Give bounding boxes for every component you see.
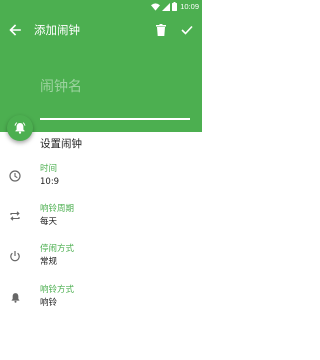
input-underline — [40, 118, 190, 120]
setting-repeat[interactable]: 响铃周期 每天 — [0, 203, 202, 239]
app-bar: 添加闹钟 — [0, 13, 202, 132]
setting-time-icon-wrap — [8, 169, 22, 183]
back-button[interactable] — [6, 21, 24, 39]
setting-stop-mode-value: 常规 — [40, 257, 58, 267]
setting-repeat-value: 每天 — [40, 217, 58, 227]
check-icon — [181, 25, 193, 35]
confirm-button[interactable] — [178, 21, 196, 39]
setting-stop-mode-icon-wrap — [8, 249, 22, 263]
setting-time-value: 10:9 — [40, 177, 60, 187]
alarm-name-input[interactable] — [40, 47, 190, 121]
clock-icon — [9, 170, 21, 182]
alarm-bell-icon — [14, 122, 26, 134]
signal-icon — [162, 2, 171, 11]
setting-ring-mode-icon-wrap — [8, 290, 22, 304]
battery-icon — [172, 2, 178, 11]
setting-ring-mode-label: 响铃方式 — [40, 285, 75, 295]
setting-repeat-label: 响铃周期 — [40, 204, 75, 214]
status-icons: 10:09 — [151, 2, 199, 11]
wifi-icon — [151, 2, 161, 11]
power-icon — [10, 251, 20, 262]
setting-ring-mode-value: 响铃 — [40, 298, 58, 308]
status-bar: 10:09 — [0, 0, 202, 13]
alarm-fab[interactable] — [7, 115, 33, 141]
setting-ring-mode[interactable]: 响铃方式 响铃 — [0, 284, 202, 320]
page-title: 添加闹钟 — [34, 23, 80, 37]
repeat-icon — [10, 211, 20, 221]
setting-stop-mode[interactable]: 停闹方式 常规 — [0, 243, 202, 279]
setting-stop-mode-label: 停闹方式 — [40, 244, 75, 254]
trash-icon — [156, 24, 166, 36]
setting-time[interactable]: 时间 10:9 — [0, 163, 202, 199]
setting-repeat-icon-wrap — [8, 209, 22, 223]
status-time: 10:09 — [180, 2, 199, 11]
section-title: 设置闹钟 — [40, 138, 82, 150]
delete-button[interactable] — [152, 21, 170, 39]
bell-icon — [11, 292, 19, 303]
setting-time-label: 时间 — [40, 164, 58, 174]
arrow-left-icon — [9, 24, 21, 36]
